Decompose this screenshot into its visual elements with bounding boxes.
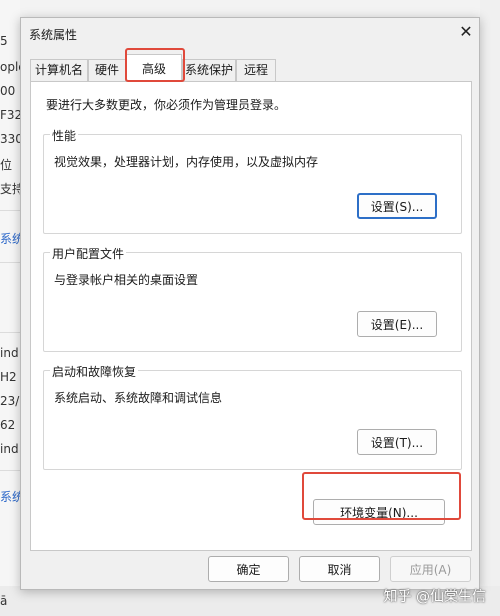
- performance-settings-button[interactable]: 设置(S)...: [357, 193, 437, 219]
- bg-text: 62: [0, 418, 16, 432]
- bg-text: 5: [0, 34, 8, 48]
- admin-notice: 要进行大多数更改，你必须作为管理员登录。: [46, 98, 287, 112]
- bg-text: F32: [0, 108, 20, 122]
- dialog-title: 系统属性: [29, 28, 78, 42]
- cancel-button[interactable]: 取消: [299, 556, 380, 582]
- bg-text: 位: [0, 158, 13, 172]
- user-profiles-group: 用户配置文件 与登录帐户相关的桌面设置 设置(E)...: [43, 245, 462, 352]
- group-title: 启动和故障恢复: [50, 363, 139, 380]
- group-title: 用户配置文件: [50, 245, 127, 262]
- startup-recovery-settings-button[interactable]: 设置(T)...: [357, 429, 437, 455]
- group-description: 与登录帐户相关的桌面设置: [54, 273, 199, 287]
- bg-text: 支持: [0, 182, 20, 196]
- bg-text: ā: [0, 594, 8, 608]
- tab-system-protection[interactable]: 系统保护: [182, 59, 236, 81]
- watermark: 知乎 @仙棠生信: [383, 589, 486, 605]
- tab-computer-name[interactable]: 计算机名: [30, 59, 88, 81]
- system-properties-dialog: 系统属性 ✕ 计算机名 硬件 高级 系统保护 远程 要进行大多数更改，你必须作为…: [20, 17, 480, 590]
- startup-recovery-group: 启动和故障恢复 系统启动、系统故障和调试信息 设置(T)...: [43, 363, 462, 470]
- environment-variables-highlight: [302, 472, 461, 520]
- group-description: 视觉效果，处理器计划，内存使用，以及虚拟内存: [54, 155, 319, 169]
- bg-text: ind: [0, 442, 19, 456]
- bg-text: ind: [0, 346, 19, 360]
- bg-text: 23/: [0, 394, 20, 408]
- bg-text: ople: [0, 60, 20, 74]
- tab-remote[interactable]: 远程: [236, 59, 276, 81]
- tab-hardware[interactable]: 硬件: [88, 59, 126, 81]
- user-profiles-settings-button[interactable]: 设置(E)...: [357, 311, 437, 337]
- bg-text: 00 (: [0, 84, 20, 98]
- bg-link: 系统: [0, 490, 20, 504]
- advanced-tab-highlight: [125, 48, 185, 82]
- background-window-right: [480, 0, 500, 616]
- close-icon[interactable]: ✕: [455, 21, 477, 43]
- ok-button[interactable]: 确定: [208, 556, 289, 582]
- performance-group: 性能 视觉效果，处理器计划，内存使用，以及虚拟内存 设置(S)...: [43, 127, 462, 234]
- group-description: 系统启动、系统故障和调试信息: [54, 391, 223, 405]
- background-window: 5 ople 00 ( F32 330 位 支持 系统 ind H2 23/ 6…: [0, 0, 20, 616]
- bg-link: 系统: [0, 232, 20, 246]
- bg-text: 330: [0, 132, 20, 146]
- apply-button[interactable]: 应用(A): [390, 556, 471, 582]
- bg-text: H2: [0, 370, 17, 384]
- group-title: 性能: [50, 127, 79, 144]
